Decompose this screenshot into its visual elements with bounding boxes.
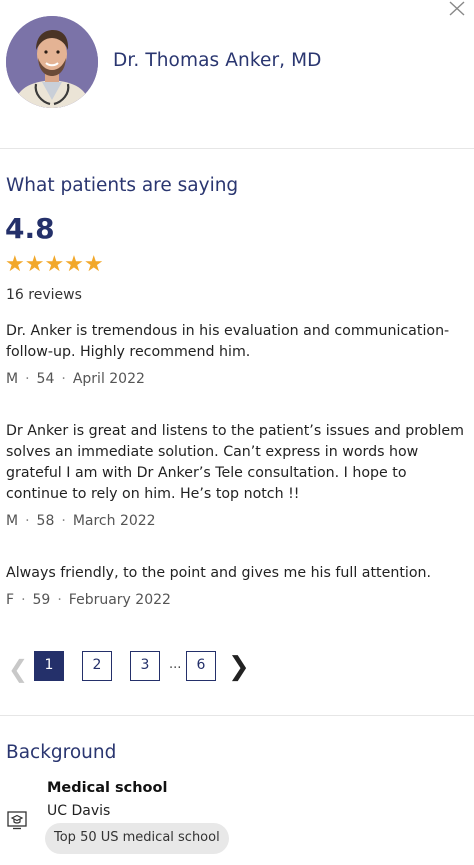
chevron-left-icon: ❮	[8, 655, 29, 683]
rating-score: 4.8	[5, 212, 55, 245]
chevron-right-icon: ❯	[228, 652, 250, 682]
review-text: Dr Anker is great and listens to the pat…	[6, 423, 464, 502]
graduation-cap-icon	[6, 809, 28, 831]
education-school: UC Davis	[47, 803, 111, 819]
review-gender: F	[6, 592, 15, 608]
reviews-count: 16 reviews	[6, 287, 82, 303]
review-meta: M · 54 · April 2022	[6, 371, 145, 387]
review-age: 58	[36, 513, 55, 529]
review-date: March 2022	[72, 513, 156, 529]
page-button-3[interactable]: 3	[130, 651, 160, 681]
review-text: Always friendly, to the point and gives …	[6, 565, 432, 581]
education-type: Medical school	[47, 780, 168, 796]
doctor-name: Dr. Thomas Anker, MD	[113, 50, 322, 71]
next-page-button[interactable]: ❯	[228, 652, 250, 682]
doctor-avatar	[6, 16, 98, 108]
rating-stars: ★★★★★	[5, 252, 104, 277]
review-gender: M	[6, 371, 19, 387]
review-text: Dr. Anker is tremendous in his evaluatio…	[6, 323, 450, 360]
review-age: 54	[36, 371, 55, 387]
doctor-portrait-image	[6, 16, 98, 108]
page-button-2[interactable]: 2	[82, 651, 112, 681]
review-meta: F · 59 · February 2022	[6, 592, 171, 608]
pagination-ellipsis: ...	[169, 657, 182, 672]
review-meta: M · 58 · March 2022	[6, 513, 156, 529]
school-ranking-badge: Top 50 US medical school	[45, 823, 229, 854]
reviews-section-title: What patients are saying	[6, 175, 239, 196]
review-gender: M	[6, 513, 19, 529]
previous-page-button[interactable]: ❮	[8, 655, 28, 683]
divider	[0, 715, 474, 716]
page-button-6[interactable]: 6	[186, 651, 216, 681]
review-date: February 2022	[68, 592, 171, 608]
background-section-title: Background	[6, 742, 117, 763]
review-age: 59	[32, 592, 51, 608]
review-date: April 2022	[72, 371, 145, 387]
doctor-header: Dr. Thomas Anker, MD	[0, 0, 474, 148]
page-button-1[interactable]: 1	[34, 651, 64, 681]
divider	[0, 148, 474, 149]
